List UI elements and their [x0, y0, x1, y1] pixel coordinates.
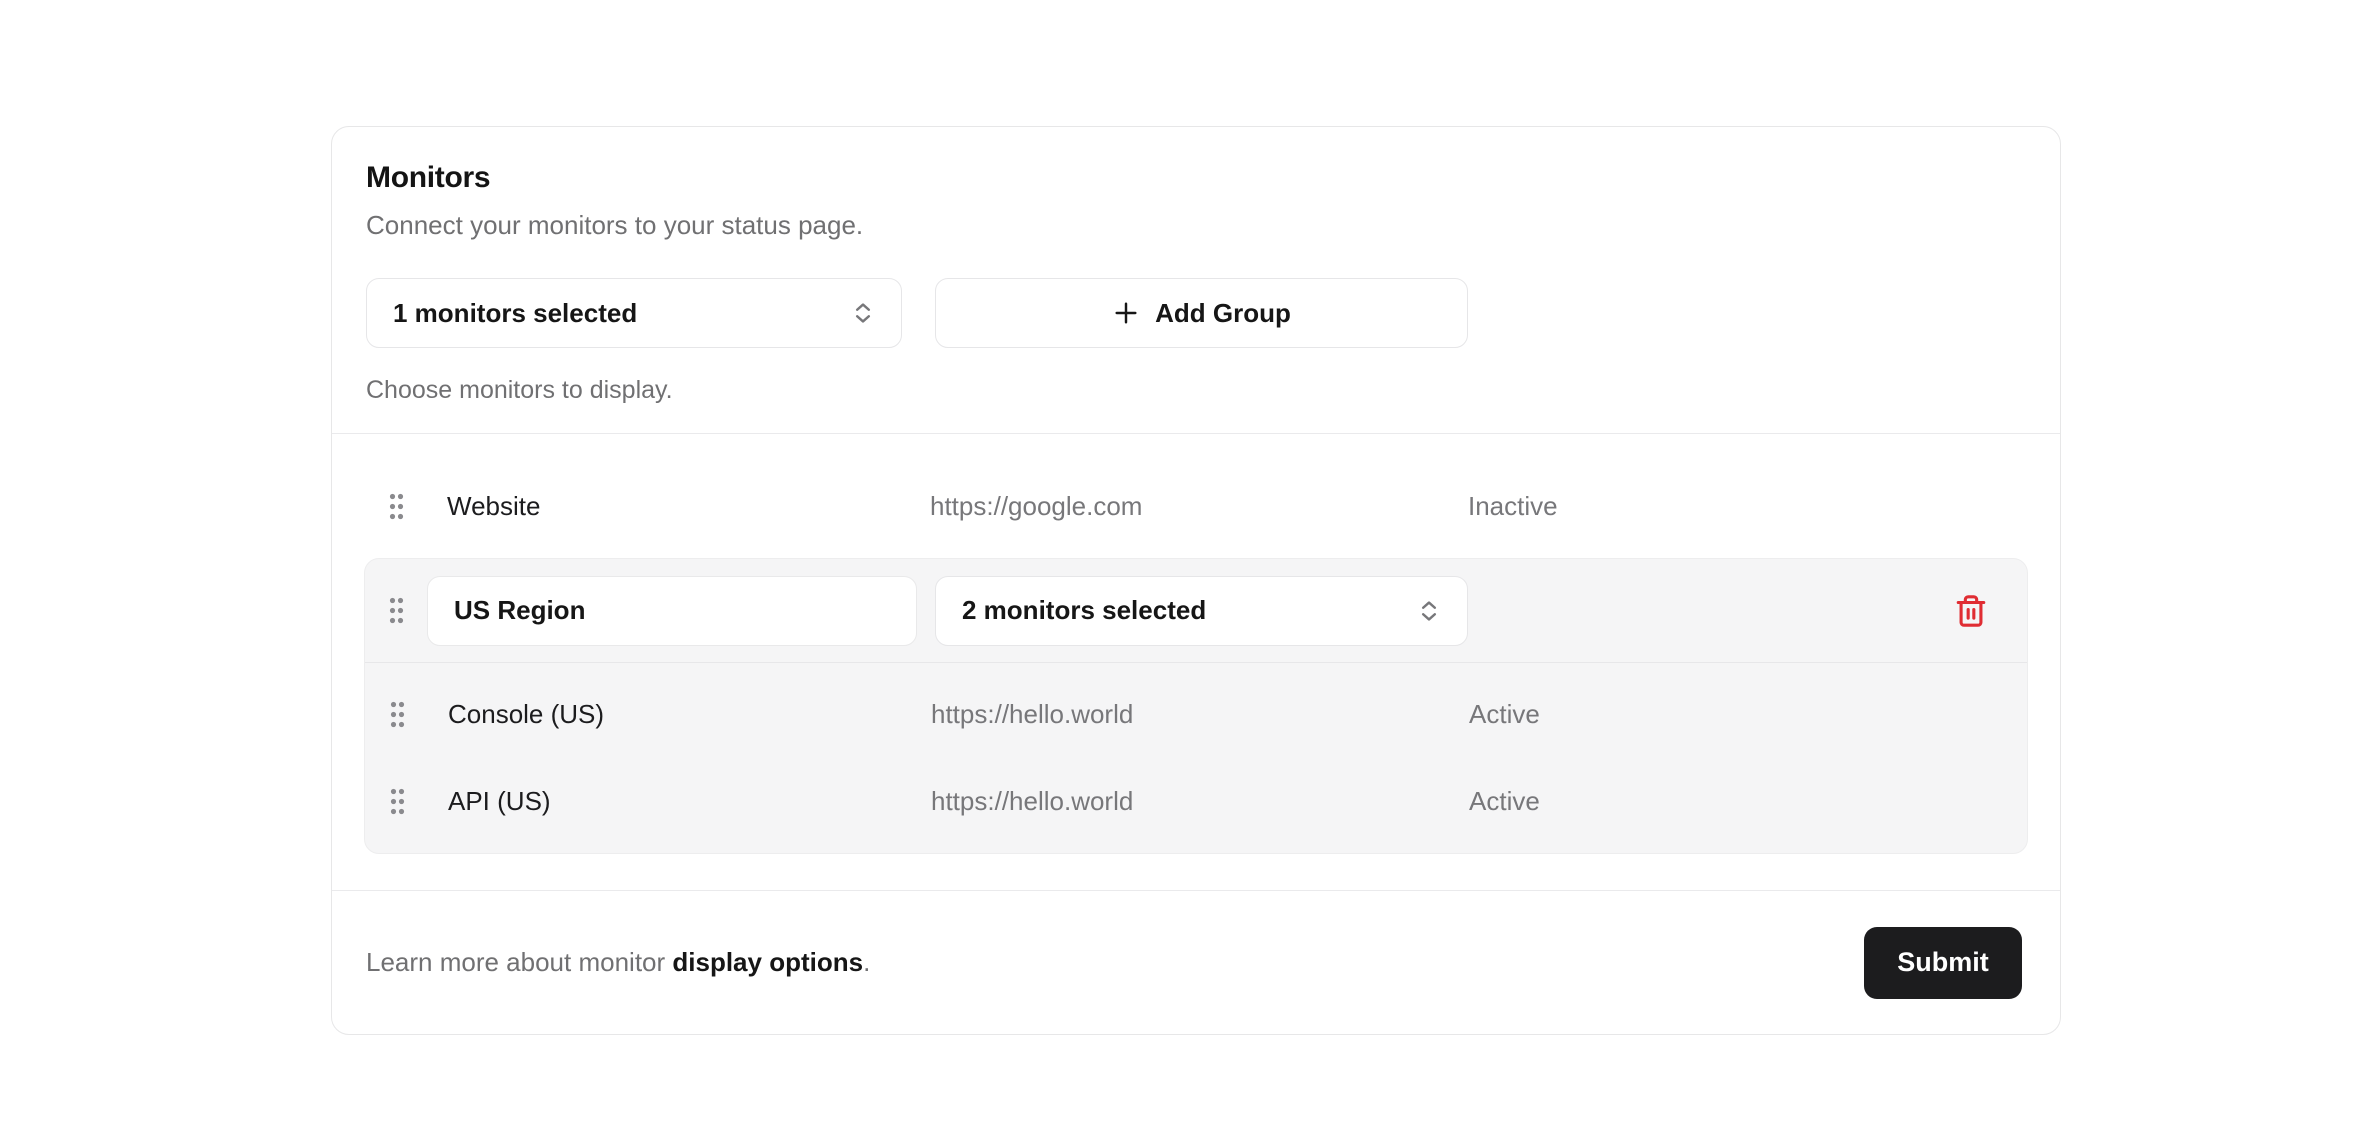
monitor-list: Website https://google.com Inactive — [332, 434, 2060, 890]
drag-handle[interactable] — [365, 787, 429, 816]
monitors-card: Monitors Connect your monitors to your s… — [331, 126, 2061, 1035]
monitor-name: Website — [428, 491, 930, 522]
footer-note: Learn more about monitor display options… — [366, 947, 870, 978]
grip-dots-icon — [388, 492, 405, 521]
group-members: Console (US) https://hello.world Active — [365, 663, 2027, 853]
helper-text: Choose monitors to display. — [366, 374, 2026, 407]
plus-icon — [1112, 299, 1140, 327]
footer-note-link[interactable]: display options — [672, 947, 863, 977]
trash-icon — [1954, 594, 1988, 628]
monitor-url: https://hello.world — [931, 786, 1469, 817]
drag-handle[interactable] — [365, 700, 429, 729]
monitor-name: Console (US) — [429, 699, 931, 730]
monitors-select-value: 1 monitors selected — [393, 298, 637, 329]
footer-note-suffix: . — [863, 947, 870, 977]
monitor-url: https://hello.world — [931, 699, 1469, 730]
drag-handle[interactable] — [364, 492, 428, 521]
group-header-row: 2 monitors selected — [365, 559, 2027, 662]
group-name-input[interactable] — [427, 576, 917, 646]
chevrons-up-down-icon — [1415, 597, 1443, 625]
add-group-button[interactable]: Add Group — [935, 278, 1468, 348]
monitor-name: API (US) — [429, 786, 931, 817]
monitor-row-website: Website https://google.com Inactive — [364, 462, 2028, 550]
card-footer: Learn more about monitor display options… — [332, 891, 2060, 1034]
monitor-status: Active — [1469, 699, 2027, 730]
monitor-row-api-us: API (US) https://hello.world Active — [365, 758, 2027, 845]
add-group-label: Add Group — [1155, 298, 1291, 329]
monitors-select[interactable]: 1 monitors selected — [366, 278, 902, 348]
drag-handle[interactable] — [365, 596, 427, 625]
grip-dots-icon — [388, 596, 405, 625]
monitor-url: https://google.com — [930, 491, 1468, 522]
monitor-status: Active — [1469, 786, 2027, 817]
grip-dots-icon — [389, 787, 406, 816]
controls-row: 1 monitors selected Add Group — [366, 278, 2026, 348]
card-header: Monitors Connect your monitors to your s… — [332, 127, 2060, 433]
chevrons-up-down-icon — [849, 299, 877, 327]
monitor-group: 2 monitors selected — [364, 558, 2028, 854]
footer-note-prefix: Learn more about monitor — [366, 947, 672, 977]
group-monitors-select-value: 2 monitors selected — [962, 595, 1206, 626]
page-title: Monitors — [366, 159, 2026, 197]
submit-button[interactable]: Submit — [1864, 927, 2022, 999]
page-subtitle: Connect your monitors to your status pag… — [366, 208, 2026, 242]
group-monitors-select[interactable]: 2 monitors selected — [935, 576, 1468, 646]
grip-dots-icon — [389, 700, 406, 729]
monitor-row-console-us: Console (US) https://hello.world Active — [365, 671, 2027, 758]
monitor-status: Inactive — [1468, 491, 2028, 522]
delete-group-button[interactable] — [1947, 587, 1995, 635]
